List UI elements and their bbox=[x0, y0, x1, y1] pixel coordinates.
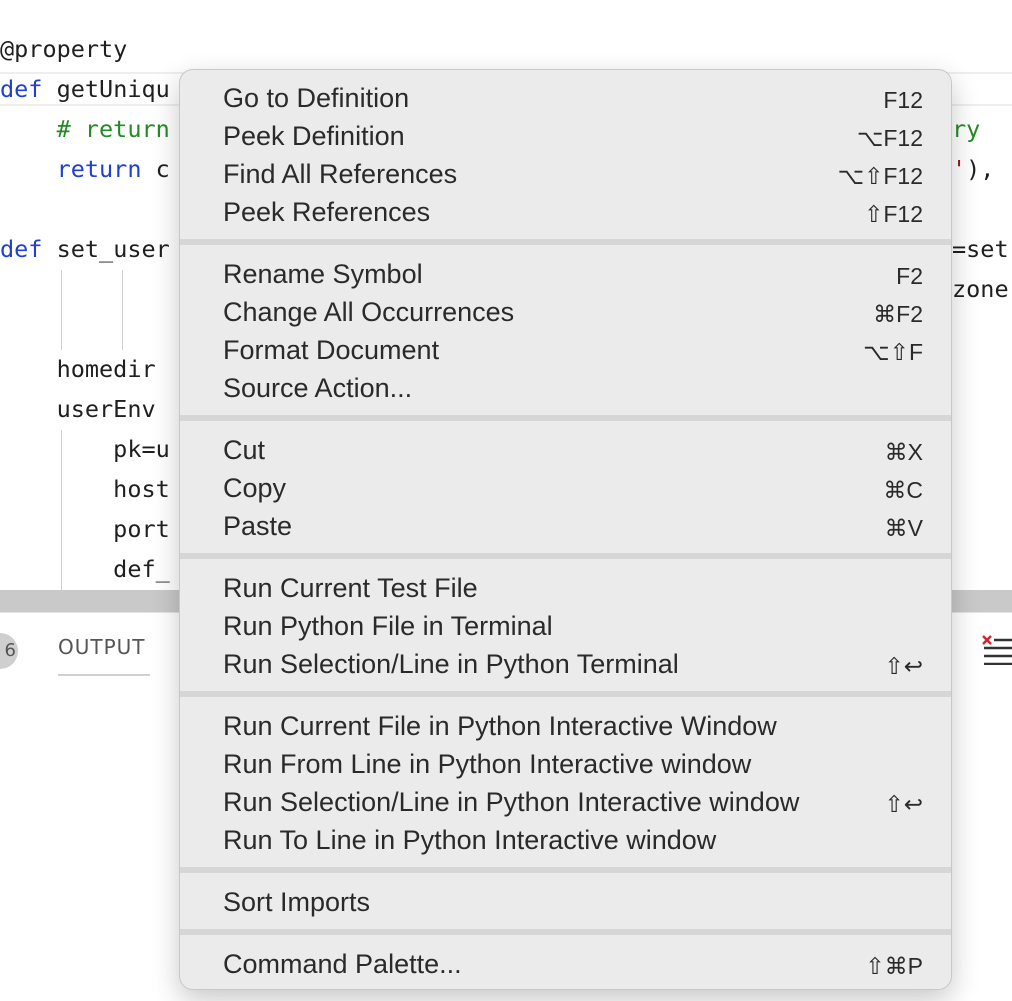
code-line-12[interactable]: host bbox=[0, 469, 170, 509]
keyword-def: def bbox=[0, 235, 43, 263]
menu-item-shortcut: ⇧F12 bbox=[864, 201, 923, 227]
menu-separator bbox=[180, 691, 951, 697]
code-text: port bbox=[0, 515, 170, 543]
code-text: getUniqu bbox=[42, 75, 170, 103]
code-line-14[interactable]: def_ bbox=[0, 549, 170, 589]
menu-item-label: Run From Line in Python Interactive wind… bbox=[223, 749, 752, 779]
menu-item-label: Run Current File in Python Interactive W… bbox=[223, 711, 777, 741]
code-line-10[interactable]: userEnv bbox=[0, 389, 156, 429]
code-text: host bbox=[0, 475, 170, 503]
menu-item-peek-definition[interactable]: Peek Definition ⌥F12 bbox=[180, 116, 951, 154]
code-line-6[interactable]: def set_user bbox=[0, 229, 170, 269]
active-tab-indicator bbox=[58, 674, 150, 676]
menu-item-shortcut: ⇧↩ bbox=[884, 791, 923, 817]
menu-item-label: Run Current Test File bbox=[223, 573, 478, 603]
menu-item-format-document[interactable]: Format Document ⌥⇧F bbox=[180, 330, 951, 368]
menu-item-shortcut: ⌘C bbox=[883, 477, 923, 503]
menu-item-shortcut: ⌘X bbox=[884, 439, 923, 465]
menu-item-shortcut: ⌥⇧F12 bbox=[837, 163, 923, 189]
code-text: c bbox=[141, 155, 170, 183]
menu-item-label: Run To Line in Python Interactive window bbox=[223, 825, 717, 855]
code-line-3[interactable]: # return bbox=[0, 109, 170, 149]
code-text: pk=u bbox=[0, 435, 170, 463]
menu-item-label: Find All References bbox=[223, 159, 458, 189]
code-line-1[interactable]: @property bbox=[0, 29, 127, 69]
menu-item-label: Format Document bbox=[223, 335, 440, 365]
code-line-13[interactable]: port bbox=[0, 509, 170, 549]
menu-item-label: Change All Occurrences bbox=[223, 297, 515, 327]
menu-item-paste[interactable]: Paste ⌘V bbox=[180, 506, 951, 544]
keyword-def: def bbox=[0, 75, 43, 103]
code-fragment-assign: =set bbox=[952, 235, 1009, 263]
menu-item-shortcut: ⌥F12 bbox=[856, 125, 923, 151]
menu-item-run-current-test-file[interactable]: Run Current Test File bbox=[180, 568, 951, 606]
menu-item-copy[interactable]: Copy ⌘C bbox=[180, 468, 951, 506]
menu-item-label: Copy bbox=[223, 473, 287, 503]
problems-count-badge[interactable]: 6 bbox=[0, 633, 18, 669]
menu-item-peek-references[interactable]: Peek References ⇧F12 bbox=[180, 192, 951, 230]
tab-output[interactable]: OUTPUT bbox=[58, 635, 146, 659]
code-line-4[interactable]: return c bbox=[0, 149, 170, 189]
menu-item-shortcut: ⌘V bbox=[884, 515, 923, 541]
menu-separator bbox=[180, 415, 951, 421]
code-fragment-comment: ry bbox=[952, 115, 981, 143]
menu-item-cut[interactable]: Cut ⌘X bbox=[180, 430, 951, 468]
menu-item-shortcut: ⇧⌘P bbox=[865, 953, 923, 979]
menu-item-run-current-file-in-python-interactive-window[interactable]: Run Current File in Python Interactive W… bbox=[180, 706, 951, 744]
decorator-text: @property bbox=[0, 35, 128, 63]
menu-separator bbox=[180, 867, 951, 873]
menu-item-run-selection-line-in-python-terminal[interactable]: Run Selection/Line in Python Terminal ⇧↩ bbox=[180, 644, 951, 682]
code-text: homedir bbox=[0, 355, 156, 383]
code-fragment-zone: zone bbox=[952, 275, 1009, 303]
menu-item-sort-imports[interactable]: Sort Imports bbox=[180, 882, 951, 920]
menu-item-rename-symbol[interactable]: Rename Symbol F2 bbox=[180, 254, 951, 292]
menu-item-label: Go to Definition bbox=[223, 83, 410, 113]
menu-item-run-to-line-in-python-interactive-window[interactable]: Run To Line in Python Interactive window bbox=[180, 820, 951, 858]
menu-item-shortcut: ⌥⇧F bbox=[863, 339, 923, 365]
indent-guide bbox=[61, 430, 62, 590]
menu-item-label: Paste bbox=[223, 511, 293, 541]
menu-item-run-from-line-in-python-interactive-window[interactable]: Run From Line in Python Interactive wind… bbox=[180, 744, 951, 782]
code-text: userEnv bbox=[0, 395, 156, 423]
clear-output-icon[interactable] bbox=[980, 633, 1012, 665]
menu-item-label: Source Action... bbox=[223, 373, 413, 403]
menu-item-shortcut: ⇧↩ bbox=[884, 653, 923, 679]
indent-guide bbox=[122, 270, 123, 350]
menu-item-label: Peek References bbox=[223, 197, 431, 227]
code-line-11[interactable]: pk=u bbox=[0, 429, 170, 469]
code-fragment-string: '), bbox=[952, 155, 995, 183]
menu-item-source-action[interactable]: Source Action... bbox=[180, 368, 951, 406]
menu-item-label: Command Palette... bbox=[223, 949, 462, 979]
menu-separator bbox=[180, 929, 951, 935]
menu-item-shortcut: F2 bbox=[896, 263, 923, 289]
menu-item-label: Cut bbox=[223, 435, 266, 465]
menu-item-shortcut: F12 bbox=[883, 87, 923, 113]
menu-separator bbox=[180, 553, 951, 559]
menu-item-change-all-occurrences[interactable]: Change All Occurrences ⌘F2 bbox=[180, 292, 951, 330]
indent-guide bbox=[61, 270, 62, 350]
menu-item-label: Rename Symbol bbox=[223, 259, 423, 289]
menu-item-shortcut: ⌘F2 bbox=[873, 301, 923, 327]
code-text: def_ bbox=[0, 555, 170, 583]
keyword-return: return bbox=[56, 155, 142, 183]
code-text: set_user bbox=[42, 235, 170, 263]
menu-item-label: Sort Imports bbox=[223, 887, 371, 917]
menu-item-command-palette[interactable]: Command Palette... ⇧⌘P bbox=[180, 944, 951, 982]
menu-separator bbox=[180, 239, 951, 245]
menu-item-label: Run Selection/Line in Python Terminal bbox=[223, 649, 679, 679]
context-menu: Go to Definition F12 Peek Definition ⌥F12 Fi… bbox=[179, 69, 952, 990]
menu-item-label: Run Selection/Line in Python Interactive… bbox=[223, 787, 800, 817]
menu-item-run-selection-line-in-python-interactive-window[interactable]: Run Selection/Line in Python Interactive… bbox=[180, 782, 951, 820]
menu-item-run-python-file-in-terminal[interactable]: Run Python File in Terminal bbox=[180, 606, 951, 644]
menu-item-go-to-definition[interactable]: Go to Definition F12 bbox=[180, 78, 951, 116]
menu-item-label: Peek Definition bbox=[223, 121, 405, 151]
menu-item-find-all-references[interactable]: Find All References ⌥⇧F12 bbox=[180, 154, 951, 192]
code-line-9[interactable]: homedir bbox=[0, 349, 156, 389]
comment-text: # return bbox=[0, 115, 170, 143]
code-line-2[interactable]: def getUniqu bbox=[0, 69, 170, 109]
menu-item-label: Run Python File in Terminal bbox=[223, 611, 553, 641]
